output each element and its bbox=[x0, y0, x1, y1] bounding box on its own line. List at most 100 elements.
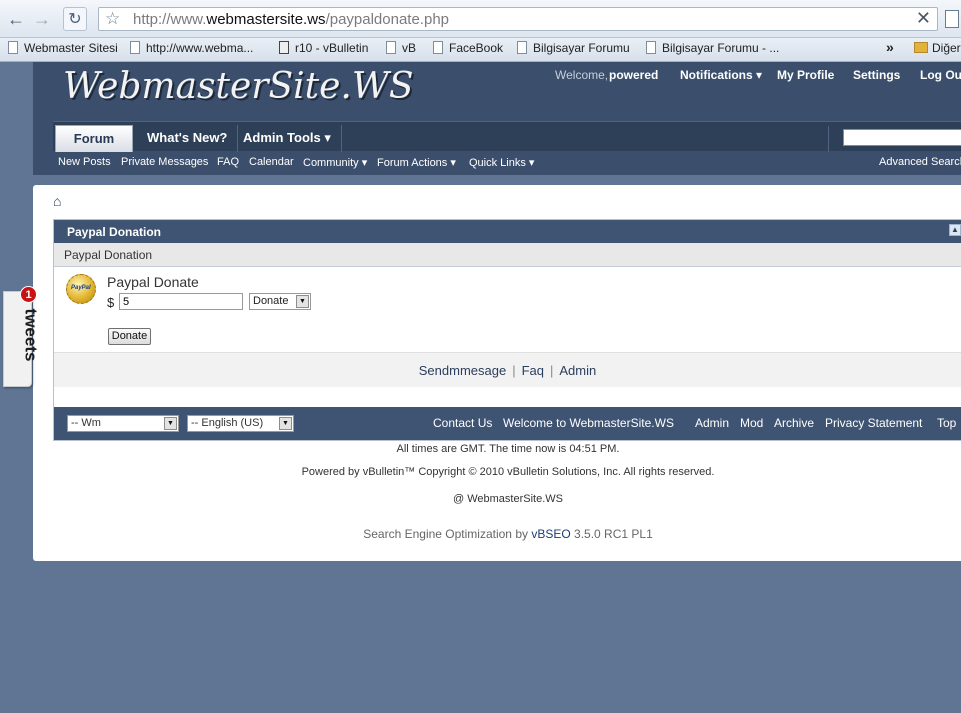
forward-arrow-icon[interactable]: → bbox=[30, 7, 54, 31]
bookmark-item[interactable]: FaceBook bbox=[433, 41, 503, 55]
reload-icon[interactable]: ↻ bbox=[63, 7, 87, 31]
search-box bbox=[828, 126, 961, 152]
bookmark-item[interactable]: Bilgisayar Forumu bbox=[517, 41, 630, 55]
browser-toolbar: ← → ↻ ☆ http://www.webmastersite.ws/payp… bbox=[0, 0, 961, 38]
currency-symbol: $ bbox=[107, 295, 115, 310]
bookmark-label: FaceBook bbox=[449, 41, 504, 55]
page-icon bbox=[517, 41, 527, 54]
folder-icon bbox=[914, 42, 928, 53]
notifications-menu[interactable]: Notifications ▾ bbox=[680, 68, 762, 82]
bookmark-item[interactable]: Bilgisayar Forumu - ... bbox=[646, 41, 779, 55]
main-navbar: Forum What's New? Admin Tools ▾ bbox=[53, 121, 961, 152]
tab-admin-tools[interactable]: Admin Tools ▾ bbox=[233, 125, 342, 152]
subnav-quick-links[interactable]: Quick Links ▾ bbox=[469, 156, 534, 169]
footer-privacy-statement[interactable]: Privacy Statement bbox=[825, 416, 922, 430]
home-icon[interactable]: ⌂ bbox=[53, 193, 61, 209]
bookmark-label: Bilgisayar Forumu bbox=[533, 41, 630, 55]
time-note: All times are GMT. The time now is 04:51… bbox=[396, 443, 620, 455]
tab-admin-tools-label: Admin Tools bbox=[243, 130, 321, 145]
search-input[interactable] bbox=[843, 129, 961, 146]
style-select[interactable]: -- Wm ▼ bbox=[67, 415, 179, 432]
tab-forum[interactable]: Forum bbox=[55, 125, 133, 152]
my-profile-link[interactable]: My Profile bbox=[777, 68, 834, 82]
page-icon bbox=[433, 41, 443, 54]
bookmark-item[interactable]: Webmaster Sitesi bbox=[8, 41, 118, 55]
powered-by: Powered by vBulletin™ Copyright © 2010 v… bbox=[301, 466, 715, 478]
paypal-badge-text: PayPal bbox=[71, 285, 91, 291]
subnav-faq[interactable]: FAQ bbox=[217, 156, 239, 168]
subnav-community-label: Community bbox=[303, 157, 359, 169]
sub-navbar: New Posts Private Messages FAQ Calendar … bbox=[33, 151, 961, 175]
subnav-quick-links-label: Quick Links bbox=[469, 157, 526, 169]
notifications-label: Notifications bbox=[680, 68, 753, 82]
paypal-verified-icon: PayPal bbox=[66, 274, 96, 304]
back-arrow-icon[interactable]: ← bbox=[4, 7, 28, 31]
advanced-search-link[interactable]: Advanced Search bbox=[879, 156, 961, 168]
content-area: ⌂ Paypal Donation ▲ Paypal Donation PayP… bbox=[33, 185, 961, 561]
bookmarks-overflow-button[interactable]: » bbox=[886, 39, 894, 55]
logout-link[interactable]: Log Out bbox=[920, 68, 961, 82]
welcome-label: Welcome, bbox=[555, 68, 609, 82]
donate-button[interactable]: Donate bbox=[108, 328, 151, 345]
tweets-tab[interactable]: tweets 1 bbox=[3, 286, 40, 387]
address-bar[interactable]: ☆ http://www.webmastersite.ws/paypaldona… bbox=[98, 7, 938, 31]
tweets-count-badge: 1 bbox=[20, 286, 37, 303]
dropdown-arrow-icon: ▼ bbox=[164, 417, 177, 430]
site-logo[interactable]: WebmasterSite.WS bbox=[63, 66, 414, 107]
footer-top[interactable]: Top bbox=[937, 416, 956, 430]
url-domain: webmastersite.ws bbox=[206, 11, 326, 28]
bookmark-favicon-icon bbox=[279, 41, 289, 54]
footer-welcome[interactable]: Welcome to WebmasterSite.WS bbox=[503, 416, 674, 430]
admin-link[interactable]: Admin bbox=[559, 363, 596, 378]
block-title: Paypal Donation bbox=[67, 225, 162, 239]
footer-bar: -- Wm ▼ -- English (US) ▼ Contact Us Welco… bbox=[54, 407, 961, 440]
dropdown-arrow-icon: ▼ bbox=[296, 295, 309, 308]
caret-down-icon: ▾ bbox=[756, 68, 763, 82]
tweets-label: tweets bbox=[21, 308, 41, 362]
caret-down-icon: ▾ bbox=[324, 130, 331, 145]
page-menu-icon[interactable] bbox=[945, 10, 959, 28]
subnav-new-posts[interactable]: New Posts bbox=[58, 156, 111, 168]
site-header: WebmasterSite.WS Welcome, powered Notifi… bbox=[33, 62, 961, 175]
bookmark-star-icon[interactable]: ☆ bbox=[105, 9, 120, 29]
bookmark-item[interactable]: vB bbox=[386, 41, 416, 55]
caret-down-icon: ▾ bbox=[361, 157, 368, 169]
page-icon bbox=[8, 41, 18, 54]
bookmark-label: http://www.webma... bbox=[146, 41, 254, 55]
bookmarks-folder[interactable]: Diğer bbox=[914, 41, 961, 55]
faq-link[interactable]: Faq bbox=[522, 363, 544, 378]
block-header: Paypal Donation ▲ bbox=[54, 220, 961, 243]
seo-credit: Search Engine Optimization by vBSEO 3.5.… bbox=[33, 527, 961, 541]
footer-archive[interactable]: Archive bbox=[774, 416, 814, 430]
donation-form: PayPal Paypal Donate $ Donate ▼ Donate bbox=[54, 267, 961, 352]
vbseo-link[interactable]: vBSEO bbox=[531, 527, 570, 541]
footer-contact-us[interactable]: Contact Us bbox=[433, 416, 492, 430]
bookmark-label: Bilgisayar Forumu - ... bbox=[662, 41, 780, 55]
tab-whats-new[interactable]: What's New? bbox=[137, 125, 239, 152]
url-text[interactable]: http://www.webmastersite.ws/paypaldonate… bbox=[133, 11, 449, 28]
donate-title: Paypal Donate bbox=[107, 274, 199, 290]
language-select[interactable]: -- English (US) ▼ bbox=[187, 415, 294, 432]
dropdown-arrow-icon: ▼ bbox=[279, 417, 292, 430]
subnav-private-messages[interactable]: Private Messages bbox=[121, 156, 208, 168]
subnav-forum-actions[interactable]: Forum Actions ▾ bbox=[377, 156, 456, 169]
donation-type-select[interactable]: Donate ▼ bbox=[249, 293, 311, 310]
settings-link[interactable]: Settings bbox=[853, 68, 900, 82]
separator: | bbox=[512, 363, 516, 378]
amount-input[interactable] bbox=[119, 293, 243, 310]
collapse-icon[interactable]: ▲ bbox=[949, 224, 961, 236]
folder-label: Diğer bbox=[932, 41, 961, 55]
page-icon bbox=[386, 41, 396, 54]
bookmark-item[interactable]: r10 - vBulletin bbox=[279, 41, 368, 55]
bookmark-item[interactable]: http://www.webma... bbox=[130, 41, 253, 55]
stop-icon[interactable]: ✕ bbox=[916, 8, 931, 29]
footer-mod[interactable]: Mod bbox=[740, 416, 763, 430]
subnav-community[interactable]: Community ▾ bbox=[303, 156, 367, 169]
seo-prefix: Search Engine Optimization by bbox=[363, 527, 532, 541]
username-link[interactable]: powered bbox=[609, 68, 658, 82]
subnav-calendar[interactable]: Calendar bbox=[249, 156, 294, 168]
footer-admin[interactable]: Admin bbox=[695, 416, 729, 430]
sendmessage-link[interactable]: Sendmmesage bbox=[419, 363, 506, 378]
style-select-value: -- Wm bbox=[71, 417, 101, 429]
paypal-donation-block: Paypal Donation ▲ Paypal Donation PayPal… bbox=[53, 219, 961, 441]
